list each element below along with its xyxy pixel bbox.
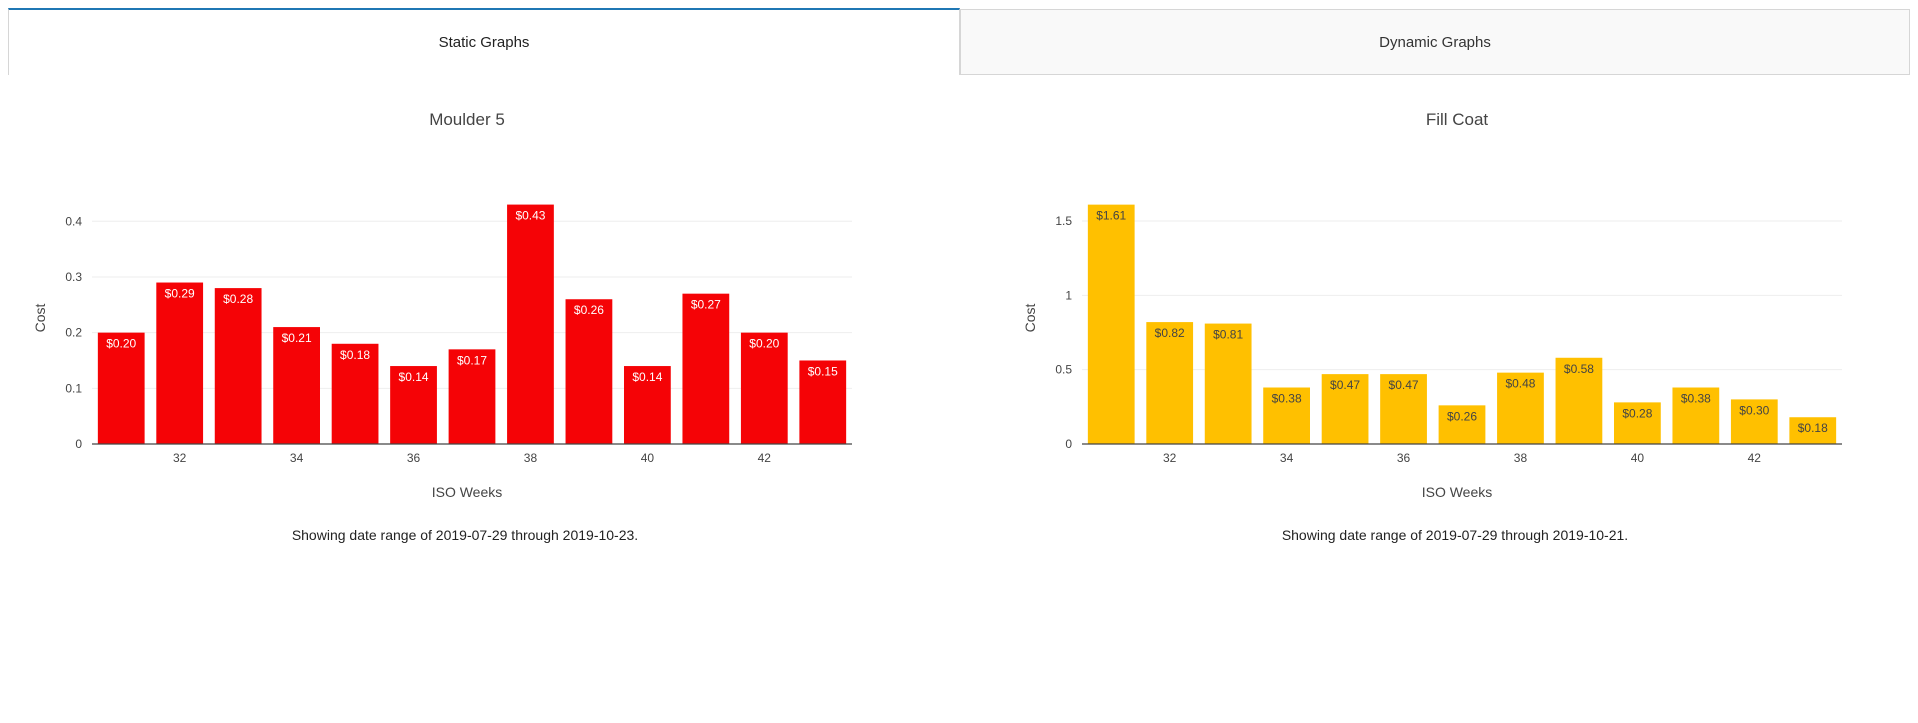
moulder-5-date-range-caption: Showing date range of 2019-07-29 through… (291, 527, 639, 543)
fill-coat-x-tick-label: 32 (1163, 451, 1177, 465)
moulder-5-bar-label: $0.15 (808, 364, 838, 378)
moulder-5-x-tick-label: 42 (758, 451, 772, 465)
fill-coat-bar-label: $0.26 (1447, 409, 1477, 423)
fill-coat-bar-label: $1.61 (1096, 209, 1126, 223)
moulder-5-bar-label: $0.14 (632, 370, 662, 384)
moulder-5-bar (507, 204, 554, 444)
fill-coat-x-tick-label: 36 (1397, 451, 1411, 465)
moulder-5-bar-label: $0.28 (223, 292, 253, 306)
moulder-5-chart: Moulder 5 0 0.1 0.2 0.3 0.4 $0.20 $0.29 $0.28 $0.… (10, 95, 920, 555)
fill-coat-x-tick-label: 40 (1631, 451, 1645, 465)
fill-coat-bar-label: $0.47 (1389, 378, 1419, 392)
tab-dynamic-graphs[interactable]: Dynamic Graphs (960, 9, 1910, 75)
moulder-5-bar (214, 288, 262, 444)
moulder-5-bar-label: $0.20 (106, 337, 136, 351)
fill-coat-plot: Fill Coat 0 0.5 1 1.5 $1.61 $0.82 $0.81 $0.38 $0.… (1022, 110, 1842, 500)
fill-coat-date-range-caption: Showing date range of 2019-07-29 through… (1281, 527, 1629, 543)
moulder-5-bar-label: $0.29 (165, 287, 195, 301)
fill-coat-bar-label: $0.58 (1564, 362, 1594, 376)
moulder-5-y-tick-label: 0.3 (65, 270, 82, 284)
fill-coat-bar-label: $0.82 (1155, 326, 1185, 340)
moulder-5-bar-label: $0.17 (457, 353, 487, 367)
moulder-5-y-tick-label: 0.4 (65, 214, 82, 228)
fill-coat-y-tick-label: 1.5 (1055, 214, 1072, 228)
moulder-5-y-tick-label: 0.2 (65, 326, 82, 340)
moulder-5-plot: Moulder 5 0 0.1 0.2 0.3 0.4 $0.20 $0.29 $0.28 $0.… (32, 110, 852, 500)
moulder-5-y-tick-label: 0 (75, 437, 82, 451)
moulder-5-x-tick-label: 32 (173, 451, 187, 465)
fill-coat-bar (1146, 322, 1194, 444)
moulder-5-bar-label: $0.20 (749, 337, 779, 351)
moulder-5-chart-title: Moulder 5 (429, 110, 505, 129)
fill-coat-x-tick-label: 42 (1748, 451, 1762, 465)
moulder-5-bar-label: $0.21 (282, 331, 312, 345)
fill-coat-bar-label: $0.18 (1798, 421, 1828, 435)
moulder-5-bar (156, 282, 204, 444)
moulder-5-bar-label: $0.43 (515, 209, 545, 223)
fill-coat-y-tick-label: 1 (1065, 288, 1072, 302)
moulder-5-bar-label: $0.26 (574, 303, 604, 317)
fill-coat-y-tick-label: 0 (1065, 437, 1072, 451)
moulder-5-y-axis-title: Cost (32, 304, 48, 333)
moulder-5-bar (565, 299, 613, 444)
fill-coat-x-tick-label: 34 (1280, 451, 1294, 465)
tab-bar: Static Graphs Dynamic Graphs (8, 8, 1910, 75)
fill-coat-bar-label: $0.47 (1330, 378, 1360, 392)
fill-coat-chart-title: Fill Coat (1426, 110, 1489, 129)
moulder-5-bar-label: $0.14 (399, 370, 429, 384)
fill-coat-bar-label: $0.38 (1272, 392, 1302, 406)
fill-coat-x-axis-title: ISO Weeks (1422, 484, 1493, 500)
fill-coat-bar-label: $0.38 (1681, 392, 1711, 406)
moulder-5-bar (682, 293, 730, 444)
moulder-5-x-tick-label: 36 (407, 451, 421, 465)
fill-coat-bar (1087, 204, 1135, 444)
moulder-5-x-tick-label: 40 (641, 451, 655, 465)
fill-coat-bar (1204, 323, 1252, 444)
moulder-5-y-tick-label: 0.1 (65, 381, 82, 395)
fill-coat-y-axis-title: Cost (1022, 304, 1038, 333)
fill-coat-bar-label: $0.30 (1739, 403, 1769, 417)
moulder-5-bar-label: $0.27 (691, 298, 721, 312)
fill-coat-chart: Fill Coat 0 0.5 1 1.5 $1.61 $0.82 $0.81 $0.38 $0.… (1000, 95, 1910, 555)
tab-static-graphs[interactable]: Static Graphs (8, 8, 960, 75)
moulder-5-x-tick-label: 38 (524, 451, 538, 465)
fill-coat-bar-label: $0.48 (1505, 377, 1535, 391)
fill-coat-y-tick-label: 0.5 (1055, 363, 1072, 377)
moulder-5-x-tick-label: 34 (290, 451, 304, 465)
fill-coat-bar-label: $0.81 (1213, 328, 1243, 342)
fill-coat-bar-label: $0.28 (1622, 406, 1652, 420)
fill-coat-x-tick-label: 38 (1514, 451, 1528, 465)
moulder-5-x-axis-title: ISO Weeks (432, 484, 503, 500)
moulder-5-bar-label: $0.18 (340, 348, 370, 362)
